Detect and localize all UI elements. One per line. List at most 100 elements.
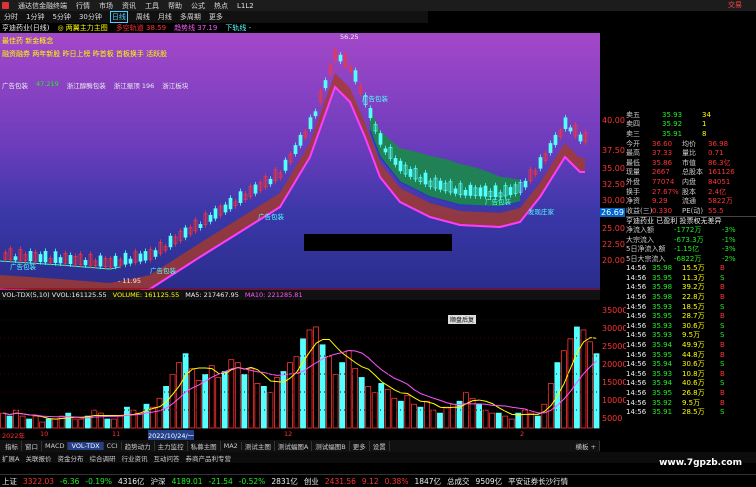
extension-tab[interactable]: 券商产品利专营 bbox=[185, 453, 231, 463]
volume-bar bbox=[456, 400, 463, 429]
volume-chart[interactable]: 顺盘后复 2022年 10 11 2022/10/24/一 12 2 bbox=[0, 300, 600, 440]
quote-cell: 35.98 bbox=[652, 283, 673, 292]
axis-tick: 35000 bbox=[602, 306, 628, 315]
indicator-tab[interactable]: MA2 bbox=[221, 442, 242, 450]
volume-bar bbox=[234, 362, 241, 429]
indicator-tab[interactable]: 测试蝠图B bbox=[312, 441, 350, 451]
status-item: 2431.56 bbox=[324, 476, 356, 486]
price-chart[interactable]: 最佳药 新金概念 融资融券 两年新股 昨日上榜 昨首板 首板换手 活跃股 广告包… bbox=[0, 33, 600, 299]
extension-tab[interactable]: 资金分布 bbox=[57, 453, 83, 463]
menu-item[interactable]: 公式 bbox=[191, 1, 205, 11]
status-item[interactable]: 总成交 bbox=[447, 476, 470, 487]
volume-bar bbox=[156, 397, 163, 429]
trade-button[interactable]: 交易 bbox=[728, 0, 742, 10]
quote-cell: B bbox=[720, 293, 725, 302]
volume-bar bbox=[528, 412, 535, 429]
quote-cell: 35.95 bbox=[652, 350, 673, 359]
tab-controls[interactable]: 横板 + bbox=[572, 441, 600, 451]
candle bbox=[153, 250, 158, 257]
status-item[interactable]: 沪深 bbox=[151, 476, 166, 487]
axis-tick: 30.00 bbox=[602, 196, 625, 205]
more-button[interactable]: 更多 bbox=[209, 12, 223, 22]
quote-cell: 9.5万 bbox=[682, 331, 701, 340]
period-button[interactable]: 1分钟 bbox=[26, 12, 44, 22]
adjust-button[interactable]: 顺盘后复 bbox=[448, 315, 477, 324]
indicator-tab[interactable]: MACD bbox=[42, 442, 69, 450]
volume-bar bbox=[176, 362, 183, 429]
status-item[interactable]: 创业 bbox=[304, 476, 319, 487]
period-button[interactable]: 30分钟 bbox=[79, 12, 102, 22]
stock-status-row: 亨迪药业 已盈利 投票权无差异 bbox=[626, 215, 756, 226]
indicator-info-bar: 亨迪药业(日线) ◎ 两翼主力主图 多空轨道 38.59 趋势线 37.19 下… bbox=[0, 23, 428, 33]
volume-bar bbox=[574, 326, 580, 429]
indicator-tab[interactable]: 窗口 bbox=[22, 441, 42, 451]
extension-tab[interactable]: 综合调研 bbox=[89, 453, 115, 463]
extension-tab[interactable]: 行业资讯 bbox=[121, 453, 147, 463]
candle bbox=[43, 251, 48, 263]
menu-item[interactable]: 行情 bbox=[76, 1, 90, 11]
quote-cell: -1% bbox=[722, 235, 736, 244]
indicator-tab[interactable]: CCI bbox=[104, 442, 122, 450]
period-button[interactable]: 多周期 bbox=[180, 12, 201, 22]
indicator-tab[interactable]: 测试蝠图A bbox=[275, 441, 313, 451]
volume-bar bbox=[384, 388, 391, 429]
date-label: 2 bbox=[520, 430, 525, 438]
quote-cell: 35.92 bbox=[652, 398, 673, 407]
indicator-tab[interactable]: 更多 bbox=[350, 441, 370, 451]
volume-bar bbox=[39, 421, 46, 429]
indicator-name[interactable]: ◎ 两翼主力主图 bbox=[57, 23, 107, 33]
menu-item[interactable]: 帮助 bbox=[168, 1, 182, 11]
axis-tick: 30000 bbox=[602, 324, 628, 333]
quote-cell: 市值 bbox=[682, 158, 696, 167]
volume-bar bbox=[332, 374, 339, 429]
menu-item[interactable]: 市场 bbox=[99, 1, 113, 11]
tick-row: 14:56 35.93 30.6万 S bbox=[626, 321, 756, 331]
volume-bar bbox=[378, 383, 385, 429]
quote-cell: 0.330 bbox=[652, 206, 673, 215]
indicator-tab[interactable]: 测试主图 bbox=[242, 441, 275, 451]
tick-row: 14:56 35.91 28.5万 S bbox=[626, 407, 756, 417]
period-button[interactable]: 月线 bbox=[158, 12, 172, 22]
candle bbox=[563, 117, 568, 129]
indicator-tab[interactable]: 指标 bbox=[2, 441, 22, 451]
ad-label: 浙江板块 bbox=[162, 82, 189, 90]
volume-bar bbox=[489, 412, 496, 429]
candle bbox=[523, 180, 528, 188]
volume-bar bbox=[326, 356, 333, 429]
quote-row: 最低 35.86 市值 86.3亿 bbox=[626, 158, 756, 168]
menu-item[interactable]: 热点 bbox=[214, 1, 228, 11]
indicator-tab[interactable]: 主力监控 bbox=[155, 441, 188, 451]
period-button[interactable]: 周线 bbox=[136, 12, 150, 22]
indicator-tab[interactable]: 私募主图 bbox=[188, 441, 221, 451]
quote-cell: 84051 bbox=[708, 177, 731, 186]
volume-bar bbox=[345, 350, 352, 429]
menu-item[interactable]: 资讯 bbox=[122, 1, 136, 11]
volume-bar bbox=[65, 412, 72, 429]
vol-indicator[interactable]: VOL-TDX(5,10) VVOL:161125.55 bbox=[2, 291, 107, 299]
menu-item[interactable]: 工具 bbox=[145, 1, 159, 11]
period-button[interactable]: 5分钟 bbox=[52, 12, 70, 22]
indicator-tab[interactable]: 设置 bbox=[370, 441, 390, 451]
quote-cell: 净流入额 bbox=[626, 225, 654, 234]
menu-item[interactable]: L1L2 bbox=[237, 2, 254, 10]
quote-cell: 35.91 bbox=[662, 129, 683, 138]
period-button-selected[interactable]: 日线 bbox=[109, 11, 128, 23]
quote-cell: 2.4亿 bbox=[708, 187, 727, 196]
period-button[interactable]: 分时 bbox=[4, 12, 18, 22]
indicator-tab[interactable]: 趋势动力 bbox=[122, 441, 155, 451]
quote-cell: 36.98 bbox=[708, 139, 729, 148]
tick-row: 14:56 35.98 39.2万 B bbox=[626, 283, 756, 293]
axis-tick: 25000 bbox=[602, 342, 628, 351]
volume-bar bbox=[391, 397, 398, 429]
extension-tab[interactable]: 扩展A bbox=[2, 453, 19, 463]
annotation: 广告包装 bbox=[150, 267, 176, 275]
indicator-tab[interactable]: VOL-TDX bbox=[68, 442, 104, 450]
status-item[interactable]: 上证 bbox=[2, 476, 17, 487]
extension-tab[interactable]: 互动问答 bbox=[153, 453, 179, 463]
extension-tab[interactable]: 关联报价 bbox=[25, 453, 51, 463]
volume-bar bbox=[287, 362, 293, 429]
quote-cell: 5日大宗流入 bbox=[626, 254, 666, 263]
tick-row: 14:56 35.95 28.7万 B bbox=[626, 311, 756, 321]
candle bbox=[143, 251, 148, 261]
quote-cell: 86.3亿 bbox=[708, 158, 731, 167]
